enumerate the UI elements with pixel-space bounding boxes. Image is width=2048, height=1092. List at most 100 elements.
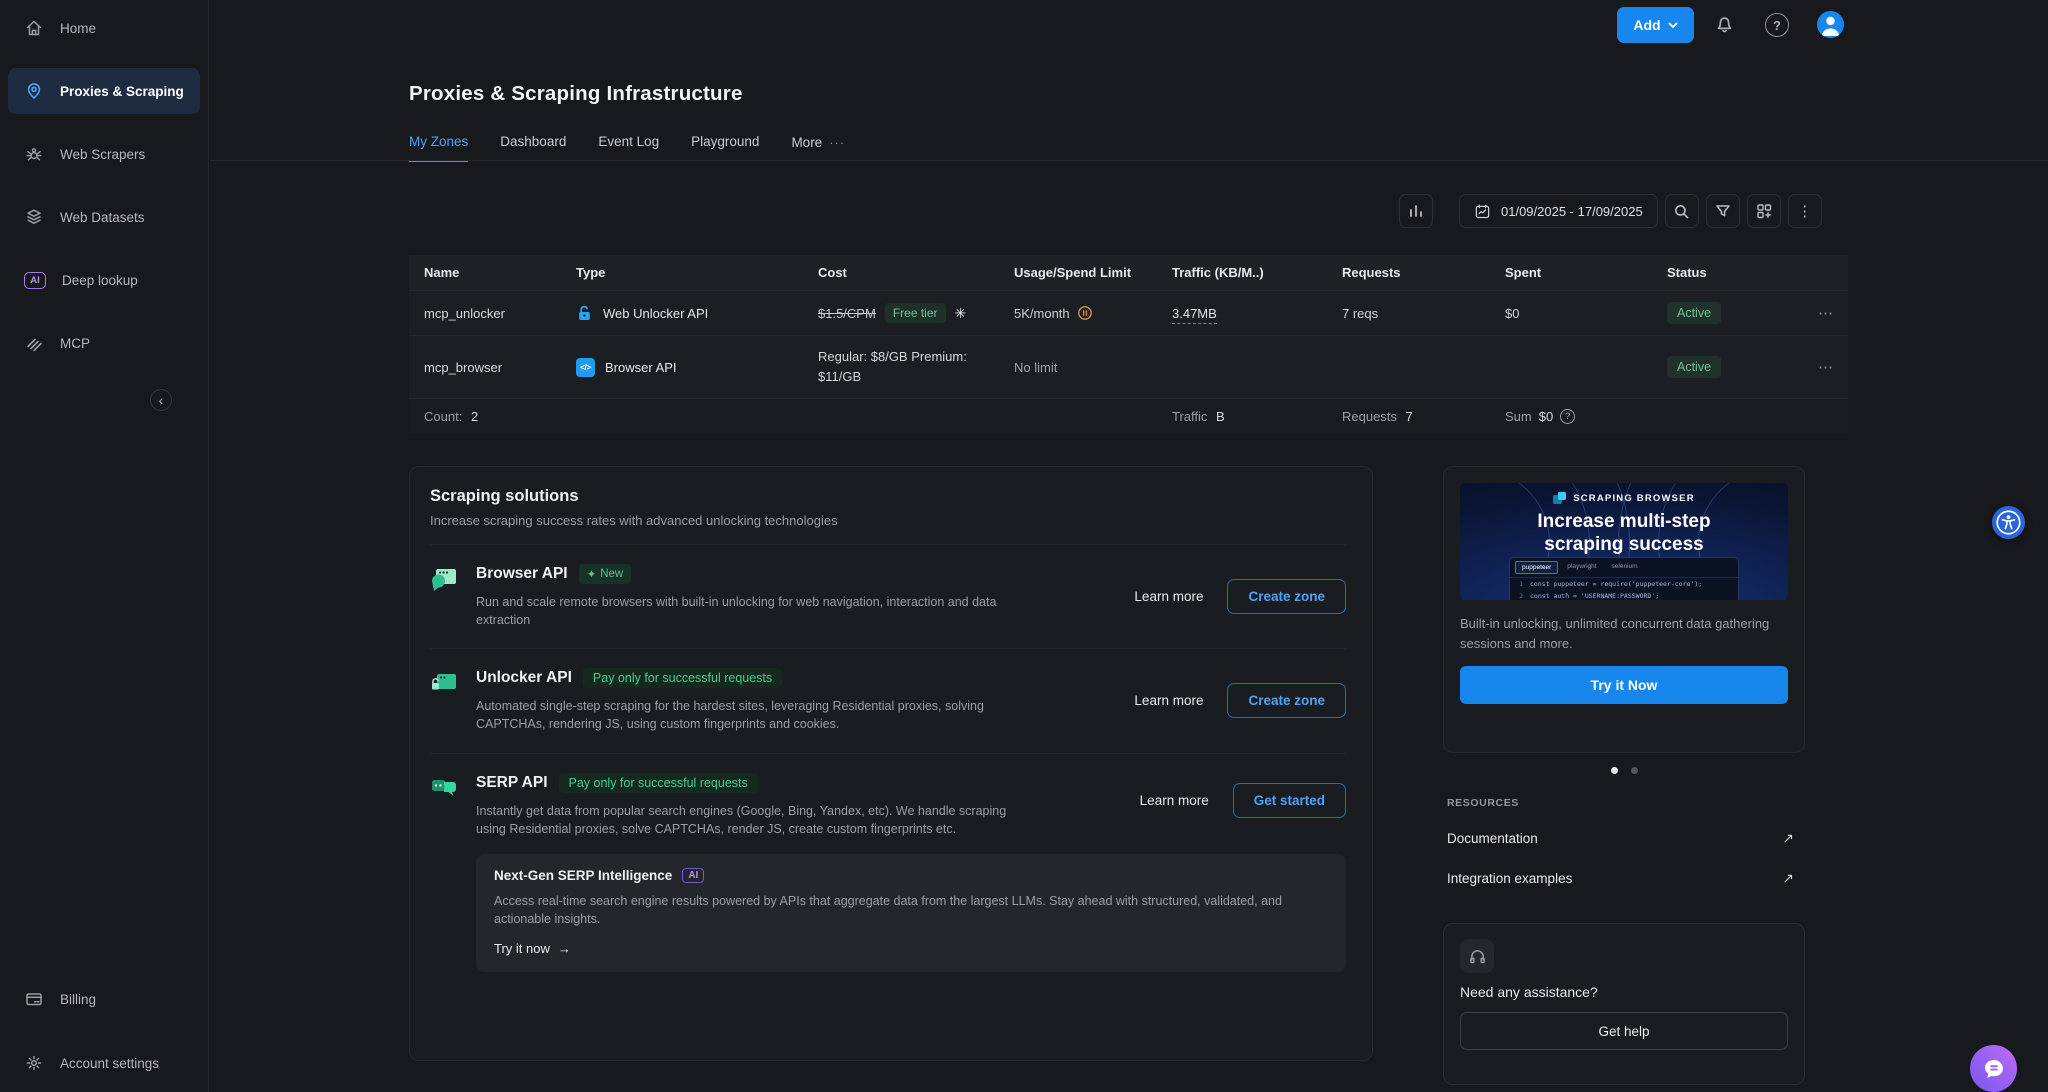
create-zone-button[interactable]: Create zone [1227, 579, 1346, 614]
row-menu-button[interactable]: ⋯ [1815, 358, 1848, 376]
summary-count: Count: 2 [409, 409, 1172, 424]
carousel-dot-1[interactable] [1611, 767, 1618, 774]
serp-api-product-icon [430, 773, 460, 800]
date-range-picker[interactable]: 01/09/2025 - 17/09/2025 [1459, 194, 1658, 228]
sidebar-collapse-button[interactable]: ‹ [150, 389, 172, 411]
headset-icon-tile [1460, 939, 1494, 973]
resource-label: Documentation [1447, 831, 1538, 846]
solution-actions: Learn more Create zone [1134, 683, 1346, 718]
date-range-label: 01/09/2025 - 17/09/2025 [1501, 204, 1643, 219]
count-label: Count: [424, 409, 462, 424]
traffic-value: B [1216, 409, 1225, 424]
chat-widget-button[interactable] [1970, 1045, 2017, 1092]
learn-more-link[interactable]: Learn more [1134, 589, 1203, 604]
sidebar-footer: Billing Account settings [8, 976, 200, 1086]
create-zone-button[interactable]: Create zone [1227, 683, 1346, 718]
summary-traffic: Traffic B [1172, 409, 1342, 424]
unlocker-api-product-icon [430, 668, 460, 697]
carousel-dot-2[interactable] [1631, 767, 1638, 774]
customize-columns-button[interactable] [1747, 194, 1781, 228]
page-title: Proxies & Scraping Infrastructure [409, 82, 743, 106]
table-row-mcp-unlocker[interactable]: mcp_unlocker Web Unlocker API $1.5/CPM F… [409, 290, 1848, 335]
tab-playground[interactable]: Playground [691, 134, 759, 162]
scraping-browser-logo-icon [1553, 492, 1566, 505]
tab-dashboard[interactable]: Dashboard [500, 134, 566, 162]
sidebar-item-label: Web Datasets [60, 210, 145, 225]
pay-per-success-badge: Pay only for successful requests [583, 668, 782, 688]
summary-requests: Requests 7 [1342, 409, 1505, 424]
promo-brand-label: SCRAPING BROWSER [1573, 493, 1695, 504]
sidebar-item-mcp[interactable]: MCP [8, 320, 200, 366]
code-line: 1 const puppeteer = require('puppeteer-c… [1510, 578, 1738, 590]
tab-more[interactable]: More ··· [791, 134, 845, 162]
learn-more-link[interactable]: Learn more [1140, 793, 1209, 808]
accessibility-widget-button[interactable] [1992, 506, 2025, 539]
sidebar-item-web-scrapers[interactable]: Web Scrapers [8, 131, 200, 177]
tab-my-zones[interactable]: My Zones [409, 134, 468, 162]
traffic-label: Traffic [1172, 409, 1207, 424]
zone-cost: Regular: $8/GB Premium: $11/GB [818, 347, 1014, 387]
user-avatar[interactable] [1817, 11, 1844, 38]
header-divider [210, 160, 2048, 161]
solution-browser-api: Browser API ✦ New Run and scale remote b… [430, 545, 1346, 649]
traffic-value-link[interactable]: 3.47MB [1172, 306, 1217, 324]
sidebar-item-billing[interactable]: Billing [8, 976, 200, 1022]
sidebar-item-proxies-scraping[interactable]: Proxies & Scraping [8, 68, 200, 114]
get-help-button[interactable]: Get help [1460, 1012, 1788, 1050]
get-started-button[interactable]: Get started [1233, 783, 1346, 818]
chevron-left-icon: ‹ [159, 393, 164, 407]
resource-link-integration-examples[interactable]: Integration examples ↗ [1447, 858, 1794, 898]
grid-plus-icon [1756, 203, 1772, 219]
filter-button[interactable] [1706, 194, 1740, 228]
try-it-now-link[interactable]: Try it now → [494, 941, 1328, 956]
sidebar-item-home[interactable]: Home [8, 5, 200, 51]
try-it-now-button[interactable]: Try it Now [1460, 666, 1788, 704]
tab-event-log[interactable]: Event Log [598, 134, 659, 162]
zone-cost: $1.5/CPM Free tier ✳ [818, 303, 1014, 323]
add-button[interactable]: Add [1617, 7, 1694, 43]
assistance-card: Need any assistance? Get help [1443, 923, 1805, 1085]
scraping-solutions-card: Scraping solutions Increase scraping suc… [409, 466, 1373, 1061]
assistance-question: Need any assistance? [1460, 984, 1788, 1000]
zones-table: Name Type Cost Usage/Spend Limit Traffic… [409, 255, 1848, 434]
serp-panel-title: Next-Gen SERP Intelligence [494, 868, 672, 883]
code-editor-mock: puppeteer playwright selenium 1 const pu… [1509, 557, 1739, 600]
sidebar-item-web-datasets[interactable]: Web Datasets [8, 194, 200, 240]
sum-help-icon[interactable]: ? [1560, 409, 1575, 424]
resource-link-documentation[interactable]: Documentation ↗ [1447, 818, 1794, 858]
spider-icon [24, 144, 44, 164]
more-options-button[interactable]: ⋮ [1788, 194, 1822, 228]
solution-title: Browser API [476, 565, 568, 583]
app-root: Home Proxies & Scraping Web Scrapers Web… [0, 0, 2048, 1092]
line-number: 1 [1517, 580, 1523, 588]
zone-usage-limit: No limit [1014, 360, 1172, 375]
resource-label: Integration examples [1447, 871, 1572, 886]
learn-more-link[interactable]: Learn more [1134, 693, 1203, 708]
zone-type-label: Browser API [605, 360, 677, 375]
search-button[interactable] [1665, 194, 1699, 228]
code-tab-selenium[interactable]: selenium [1606, 561, 1644, 574]
solutions-subtitle: Increase scraping success rates with adv… [430, 513, 1346, 528]
credit-card-icon [24, 989, 44, 1009]
requests-value: 7 [1406, 409, 1413, 424]
try-it-now-label: Try it now [494, 941, 550, 956]
table-row-mcp-browser[interactable]: mcp_browser </> Browser API Regular: $8/… [409, 335, 1848, 398]
sidebar-item-label: Home [60, 21, 96, 36]
column-header-traffic: Traffic (KB/M..) [1172, 265, 1342, 280]
sidebar-item-deep-lookup[interactable]: AI Deep lookup [8, 257, 200, 303]
code-tab-puppeteer[interactable]: puppeteer [1515, 561, 1558, 574]
solution-description: Instantly get data from popular search e… [476, 802, 1036, 838]
code-tab-playwright[interactable]: playwright [1561, 561, 1602, 574]
help-question-icon[interactable]: ? [1765, 13, 1789, 37]
zone-usage-limit: 5K/month [1014, 305, 1172, 321]
ai-badge: AI [682, 868, 704, 883]
bar-chart-icon [1408, 203, 1424, 219]
row-menu-button[interactable]: ⋯ [1815, 304, 1848, 322]
sidebar-nav: Home Proxies & Scraping Web Scrapers Web… [8, 5, 200, 383]
solution-description: Run and scale remote browsers with built… [476, 593, 1036, 629]
status-badge: Active [1667, 302, 1721, 324]
sidebar-item-label: MCP [60, 336, 90, 351]
chart-view-button[interactable] [1399, 194, 1433, 228]
sidebar-item-account-settings[interactable]: Account settings [8, 1040, 200, 1086]
notifications-bell-icon[interactable] [1713, 12, 1736, 35]
